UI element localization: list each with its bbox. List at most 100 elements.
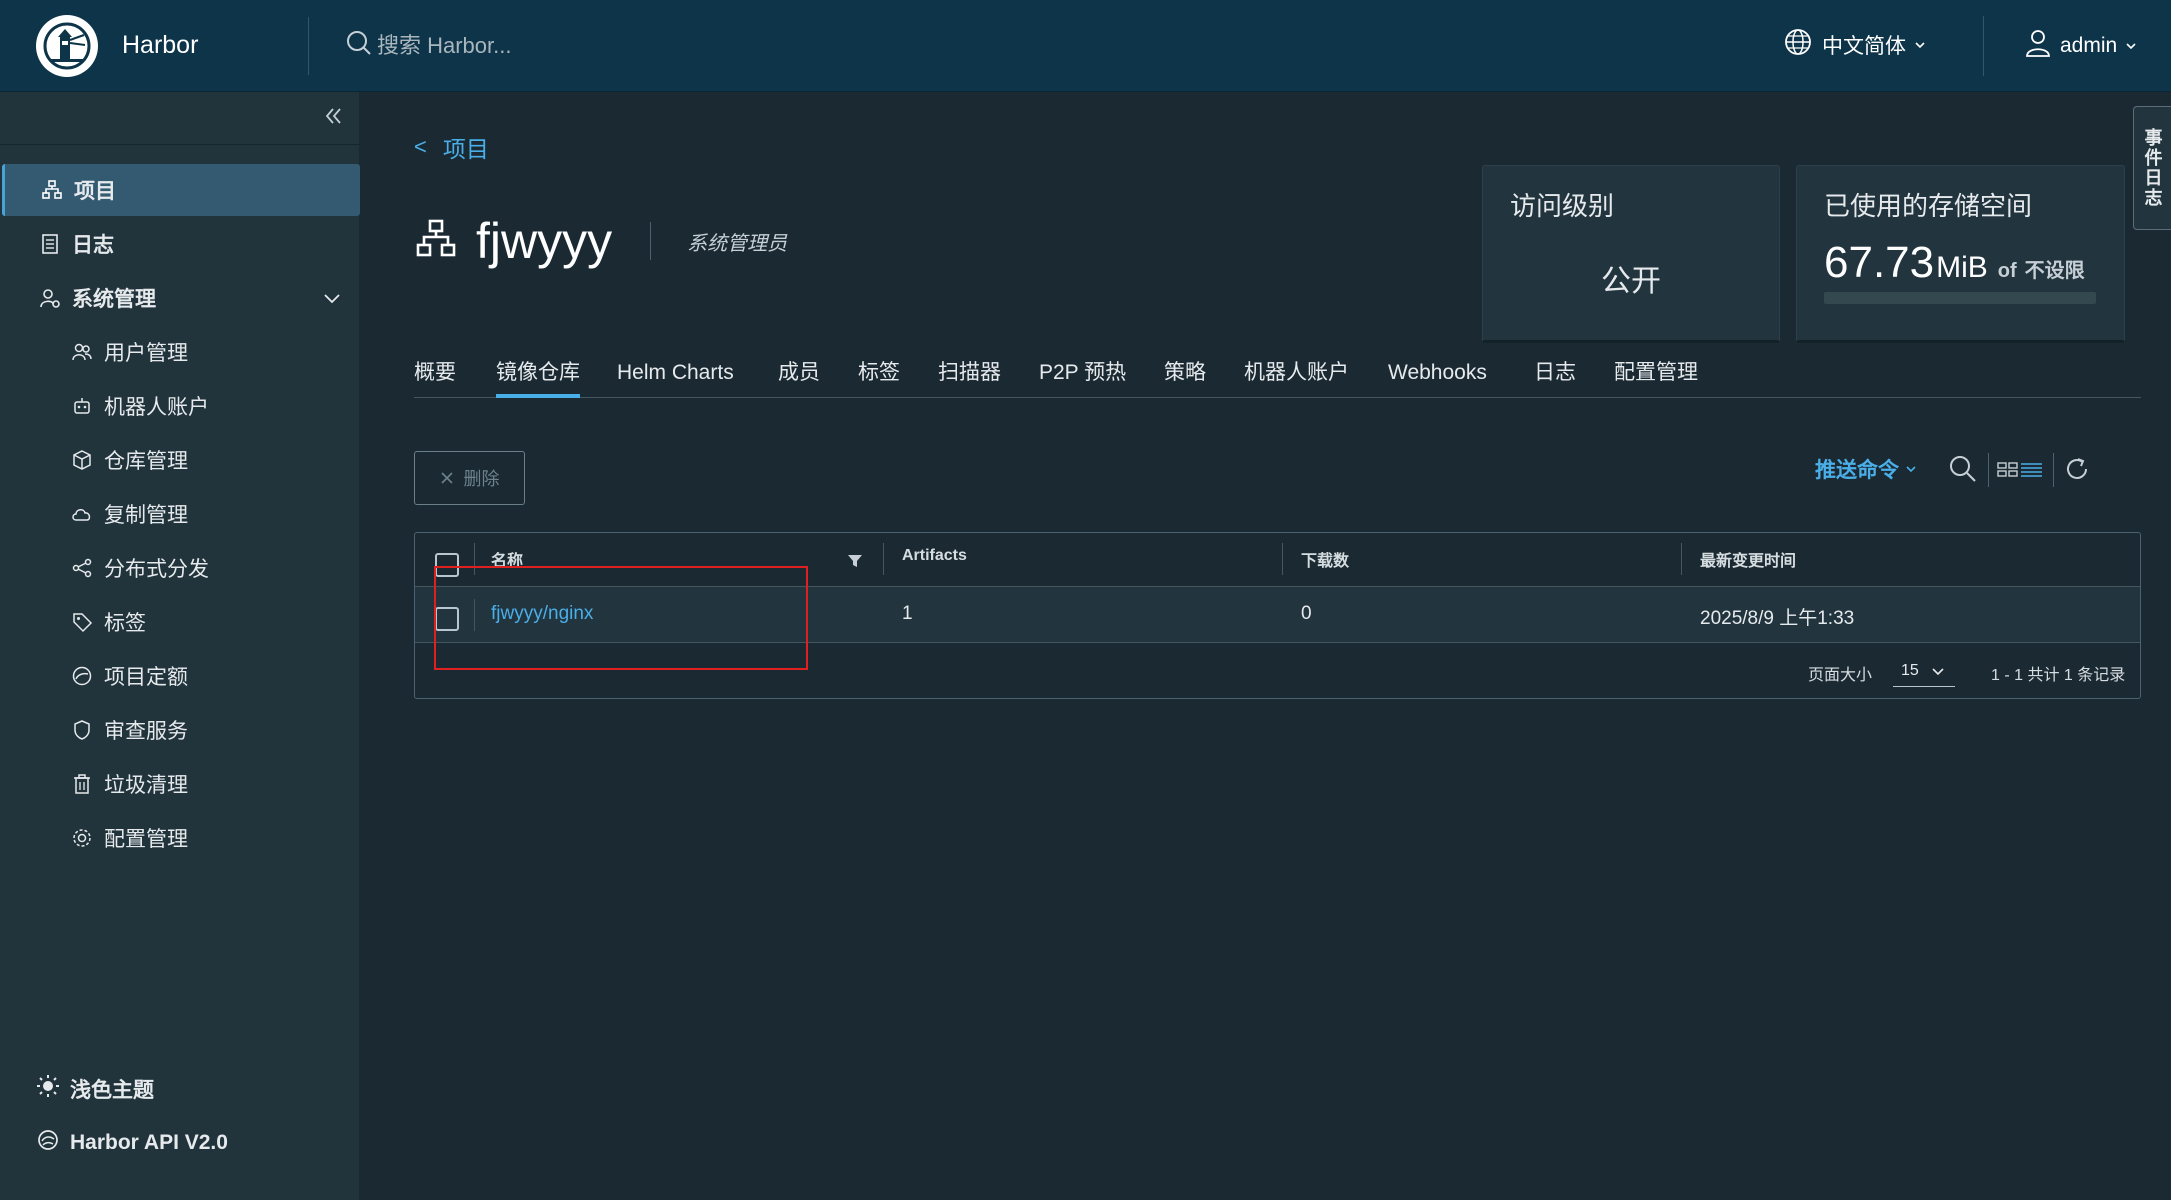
users-icon	[70, 340, 94, 364]
tab-members[interactable]: 成员	[778, 353, 820, 398]
page-size-value: 15	[1901, 661, 1919, 679]
tab-logs[interactable]: 日志	[1534, 353, 1576, 398]
tab-labels[interactable]: 标签	[858, 353, 900, 398]
push-command-label: 推送命令	[1815, 459, 1899, 482]
pagination-info: 1 - 1 共计 1 条记录	[1991, 667, 2126, 684]
breadcrumb[interactable]: < 项目	[414, 130, 489, 164]
column-header-artifacts[interactable]: Artifacts	[902, 547, 967, 565]
sidebar-item-distributions[interactable]: 分布式分发	[0, 542, 360, 594]
column-header-updated[interactable]: 最新变更时间	[1700, 547, 1796, 571]
brand[interactable]: Harbor	[0, 0, 308, 91]
sidebar-item-label: 审查服务	[104, 720, 188, 743]
trash-icon	[70, 772, 94, 796]
sidebar-item-users[interactable]: 用户管理	[0, 326, 360, 378]
collapse-sidebar-icon[interactable]	[322, 104, 346, 133]
tab-configuration[interactable]: 配置管理	[1614, 353, 1698, 398]
globe-icon	[1784, 28, 1812, 62]
tab-policy[interactable]: 策略	[1164, 353, 1206, 398]
tab-p2p-preheat[interactable]: P2P 预热	[1039, 353, 1126, 398]
highlight-box	[434, 566, 808, 670]
sidebar-item-administration[interactable]: 系统管理	[0, 272, 360, 324]
share-icon	[70, 556, 94, 580]
artifacts-count: 1	[902, 603, 913, 624]
chevron-down-icon	[2125, 34, 2137, 58]
card-view-icon[interactable]	[1997, 454, 2019, 489]
sidebar-item-label: 系统管理	[72, 288, 156, 311]
toolbar-divider	[2053, 453, 2054, 487]
page-size-select[interactable]: 15	[1893, 655, 1955, 687]
sidebar-item-logs[interactable]: 日志	[0, 218, 360, 270]
sidebar-item-label: 项目定额	[104, 666, 188, 689]
column-divider	[1681, 543, 1682, 575]
sidebar-item-label: 复制管理	[104, 504, 188, 527]
card-title: 已使用的存储空间	[1824, 191, 2033, 221]
tab-repositories[interactable]: 镜像仓库	[496, 353, 580, 398]
list-view-icon[interactable]	[2020, 454, 2044, 489]
column-header-downloads[interactable]: 下载数	[1301, 547, 1349, 571]
delete-button[interactable]: 删除	[414, 451, 525, 505]
tab-summary[interactable]: 概要	[414, 353, 456, 398]
project-tabs: 概要 镜像仓库 Helm Charts 成员 标签 扫描器 P2P 预热 策略 …	[414, 353, 2141, 398]
sidebar-item-registries[interactable]: 仓库管理	[0, 434, 360, 486]
toolbar-divider	[1988, 453, 1989, 487]
brand-name: Harbor	[122, 31, 199, 59]
storage-usage: 67.73 MiB of 不设限	[1824, 238, 2085, 288]
card-title: 访问级别	[1510, 191, 1615, 221]
sidebar-item-label: 项目	[74, 180, 116, 203]
filter-icon[interactable]	[847, 553, 863, 574]
chevron-down-icon	[1914, 33, 1926, 57]
close-icon	[440, 472, 453, 484]
sidebar: 项目 日志 系统管理 用户管理 机器人账户 仓库管理 复制管理 分布式分发 标签…	[0, 92, 360, 1200]
storage-progress-bar	[1824, 292, 2096, 304]
title-divider	[650, 222, 652, 260]
chevron-down-icon	[322, 288, 342, 314]
tab-helm-charts[interactable]: Helm Charts	[617, 353, 734, 398]
shield-icon	[70, 718, 94, 742]
download-count: 0	[1301, 603, 1312, 624]
sidebar-item-labels[interactable]: 标签	[0, 596, 360, 648]
project-icon	[40, 178, 64, 202]
sidebar-item-replications[interactable]: 复制管理	[0, 488, 360, 540]
sidebar-item-label: 标签	[104, 612, 146, 635]
quota-icon	[70, 664, 94, 688]
gear-icon	[70, 826, 94, 850]
push-command-dropdown[interactable]: 推送命令	[1815, 454, 1917, 484]
api-link[interactable]: Harbor API V2.0	[36, 1128, 228, 1158]
api-label: Harbor API V2.0	[70, 1131, 228, 1154]
cube-icon	[70, 448, 94, 472]
refresh-icon[interactable]	[2062, 454, 2092, 489]
sidebar-item-projects[interactable]: 项目	[2, 164, 360, 216]
sidebar-item-interrogation[interactable]: 审查服务	[0, 704, 360, 756]
page-size-label: 页面大小	[1808, 667, 1873, 684]
sidebar-item-robot-accounts[interactable]: 机器人账户	[0, 380, 360, 432]
global-search[interactable]	[345, 29, 1045, 62]
sidebar-item-gc[interactable]: 垃圾清理	[0, 758, 360, 810]
api-icon	[36, 1128, 60, 1158]
chevron-down-icon	[1906, 466, 1916, 473]
tab-robot-accounts[interactable]: 机器人账户	[1244, 353, 1349, 398]
theme-toggle[interactable]: 浅色主题	[36, 1074, 154, 1104]
sidebar-item-label: 机器人账户	[104, 396, 209, 419]
project-icon	[414, 217, 458, 266]
access-level-value: 公开	[1601, 265, 1661, 298]
tab-webhooks[interactable]: Webhooks	[1388, 353, 1487, 398]
tab-scanner[interactable]: 扫描器	[938, 353, 1001, 398]
sidebar-item-quotas[interactable]: 项目定额	[0, 650, 360, 702]
event-log-tab[interactable]: 事件日志	[2133, 106, 2171, 230]
access-level-card: 访问级别 公开	[1482, 165, 1780, 343]
user-menu[interactable]: admin	[2024, 28, 2137, 64]
storage-card: 已使用的存储空间 67.73 MiB of 不设限	[1796, 165, 2125, 343]
user-icon	[2024, 28, 2052, 64]
language-selector[interactable]: 中文简体	[1784, 28, 1926, 62]
project-role: 系统管理员	[687, 232, 788, 255]
robot-icon	[70, 394, 94, 418]
back-chevron: <	[414, 134, 427, 159]
top-header: Harbor 中文简体 admin	[0, 0, 2171, 92]
search-input[interactable]	[377, 32, 777, 59]
sidebar-item-configuration[interactable]: 配置管理	[0, 812, 360, 864]
sidebar-item-label: 仓库管理	[104, 450, 188, 473]
admin-icon	[38, 286, 62, 310]
delete-label: 删除	[463, 469, 500, 489]
sidebar-divider	[0, 144, 360, 145]
search-icon[interactable]	[1948, 454, 1978, 489]
